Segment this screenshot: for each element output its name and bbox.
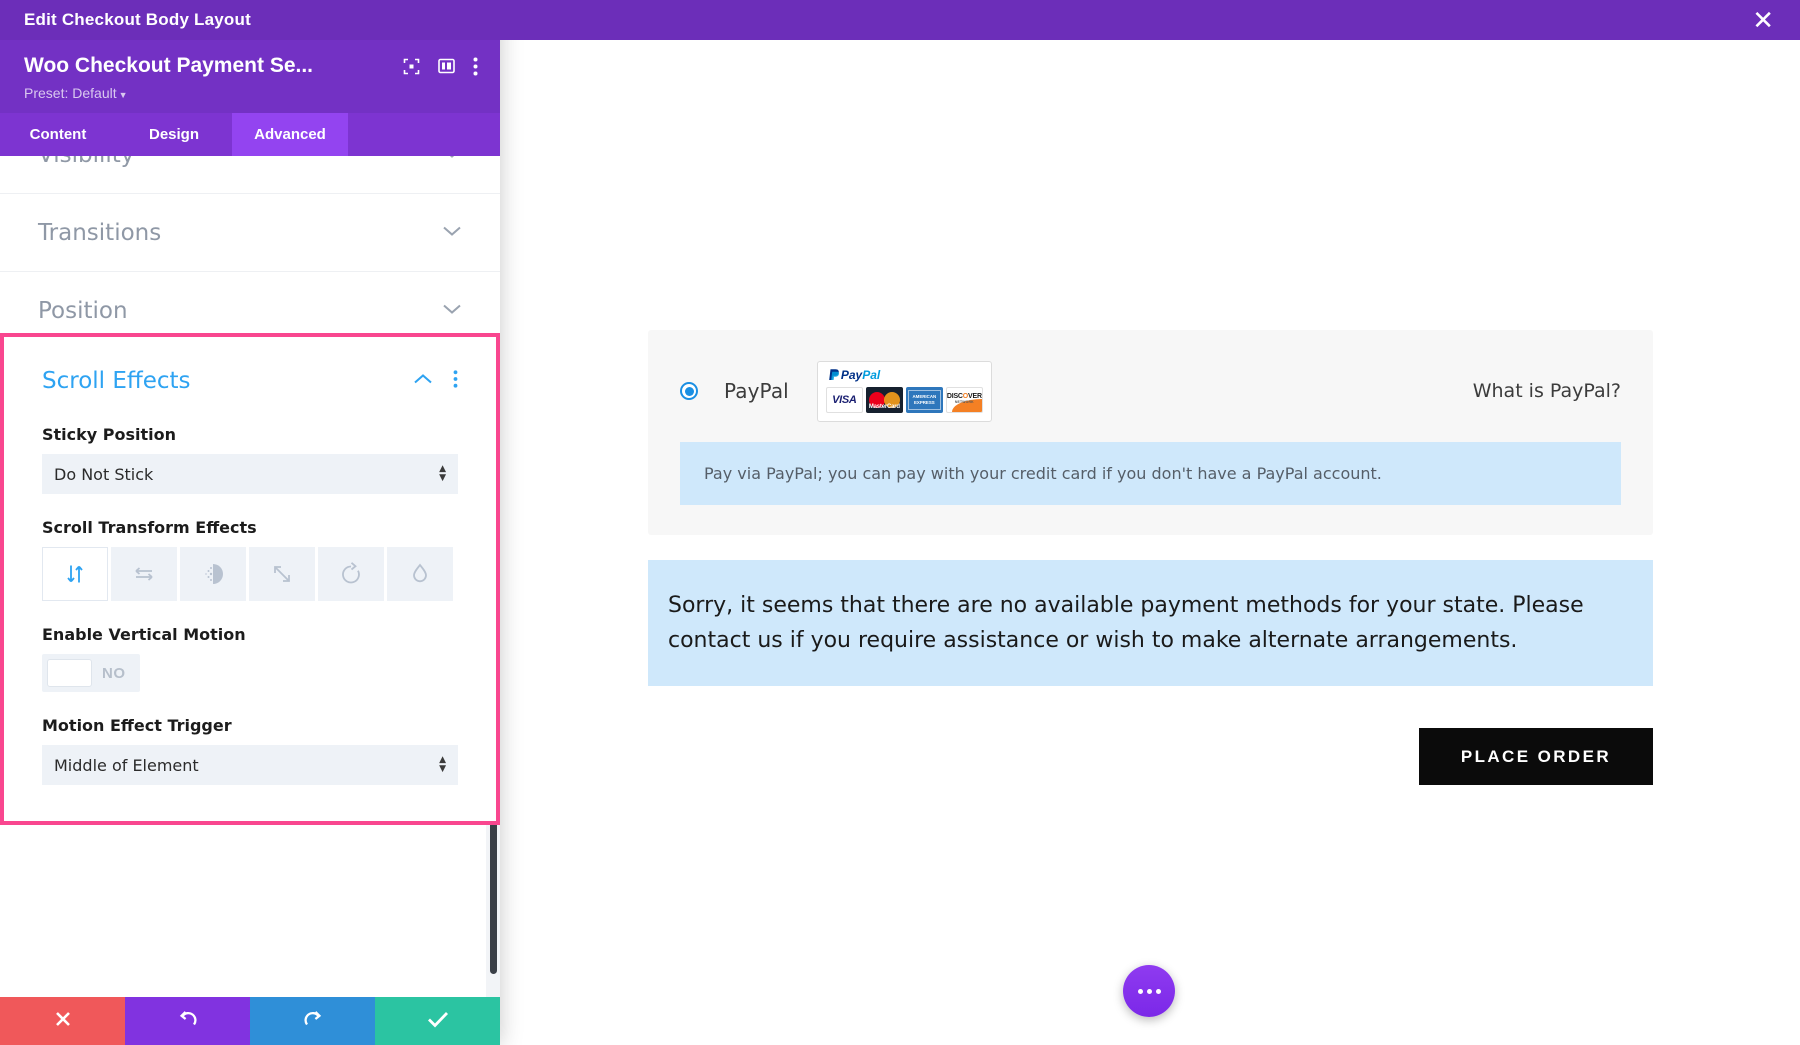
section-visibility[interactable]: Visibility	[0, 156, 500, 194]
motion-effect-trigger-label: Motion Effect Trigger	[42, 716, 232, 735]
section-transitions[interactable]: Transitions	[0, 194, 500, 272]
kebab-menu-icon[interactable]	[473, 57, 478, 76]
panel-topbar-title: Edit Checkout Body Layout	[24, 10, 251, 29]
mastercard-card-logo: MasterCard	[865, 386, 903, 413]
scaling-up-down-icon[interactable]	[249, 547, 315, 601]
scroll-transform-effects-options	[42, 547, 458, 601]
preset-label: Preset: Default	[24, 85, 117, 101]
panel-topbar: Edit Checkout Body Layout ✕	[0, 0, 1800, 40]
close-icon[interactable]: ✕	[1752, 7, 1774, 33]
builder-fab-button[interactable]	[1123, 965, 1175, 1017]
paypal-method-label: PayPal	[724, 379, 789, 403]
preset-selector[interactable]: Preset: Default ▼	[24, 85, 482, 101]
accepted-cards-strip: VISA MasterCard AMERICAN EXPRESS DISCOVE…	[825, 386, 983, 413]
amex-card-logo: AMERICAN EXPRESS	[905, 386, 943, 413]
paypal-cards-badge: Pay Pal VISA MasterCard AMERICAN EXPRESS…	[816, 360, 992, 422]
app-root: PayPal Pay Pal VISA MasterCard AMERICAN …	[0, 0, 1800, 1045]
layout-columns-icon[interactable]	[438, 58, 455, 74]
tab-content[interactable]: Content	[0, 113, 116, 156]
enable-vertical-motion-toggle[interactable]: NO	[42, 654, 140, 692]
paypal-word-pay: Pay	[840, 368, 863, 382]
save-button[interactable]	[375, 997, 500, 1045]
fade-in-out-icon[interactable]	[180, 547, 246, 601]
payment-methods-box: PayPal Pay Pal VISA MasterCard AMERICAN …	[648, 330, 1653, 535]
chevron-down-icon	[442, 156, 462, 164]
rotating-icon[interactable]	[318, 547, 384, 601]
payment-method-paypal-row[interactable]: PayPal Pay Pal VISA MasterCard AMERICAN …	[680, 360, 1621, 422]
checkout-content: PayPal Pay Pal VISA MasterCard AMERICAN …	[648, 330, 1653, 786]
section-visibility-label: Visibility	[38, 156, 134, 168]
radio-selected-dot	[684, 386, 694, 396]
chevron-up-icon[interactable]	[413, 372, 433, 390]
redo-button[interactable]	[250, 997, 375, 1045]
chevron-down-icon	[442, 302, 462, 320]
section-kebab-menu-icon[interactable]	[453, 369, 458, 393]
place-order-row: PLACE ORDER	[648, 728, 1653, 786]
paypal-p-icon	[829, 369, 839, 380]
panel-body: Visibility Transitions	[0, 156, 500, 997]
visa-card-logo: VISA	[825, 386, 863, 413]
vertical-motion-icon[interactable]	[42, 547, 108, 601]
undo-button[interactable]	[125, 997, 250, 1045]
paypal-radio[interactable]	[680, 382, 698, 400]
redo-arrow-icon	[302, 1008, 324, 1035]
section-transitions-label: Transitions	[38, 219, 162, 246]
motion-effect-trigger-value: Middle of Element	[54, 755, 199, 775]
discover-card-logo: DISCOVER NETWORK	[945, 386, 983, 413]
sticky-position-value: Do Not Stick	[54, 464, 154, 484]
panel-tabs: Content Design Advanced	[0, 113, 500, 156]
no-payment-methods-message: Sorry, it seems that there are no availa…	[648, 560, 1653, 687]
tab-design[interactable]: Design	[116, 113, 232, 156]
horizontal-motion-icon[interactable]	[111, 547, 177, 601]
module-settings-panel: Edit Checkout Body Layout ✕ Woo Checkout…	[0, 0, 1800, 1045]
paypal-description-note: Pay via PayPal; you can pay with your cr…	[680, 442, 1621, 505]
field-motion-effect-trigger: Motion Effect Trigger Middle of Element …	[42, 716, 458, 785]
field-enable-vertical-motion: Enable Vertical Motion NO	[42, 625, 458, 692]
sticky-position-select[interactable]: Do Not Stick ▲ ▼	[42, 454, 458, 494]
chevron-down-icon	[442, 224, 462, 242]
scroll-transform-effects-label: Scroll Transform Effects	[42, 518, 257, 537]
select-stepper-arrows-icon: ▲ ▼	[439, 755, 446, 774]
checkmark-icon	[426, 1009, 450, 1034]
toggle-knob	[47, 659, 92, 687]
toggle-state-label: NO	[102, 664, 126, 682]
ellipsis-icon	[1137, 988, 1161, 994]
place-order-button[interactable]: PLACE ORDER	[1418, 728, 1653, 786]
paypal-word-pal: Pal	[862, 368, 881, 382]
x-icon	[53, 1009, 73, 1034]
panel-action-bar	[0, 997, 500, 1045]
field-scroll-transform-effects: Scroll Transform Effects	[42, 518, 458, 601]
scroll-effects-title: Scroll Effects	[42, 368, 191, 394]
what-is-paypal-link[interactable]: What is PayPal?	[1473, 380, 1621, 402]
tab-advanced[interactable]: Advanced	[232, 113, 348, 156]
scroll-effects-header[interactable]: Scroll Effects	[42, 337, 458, 425]
chevron-down-icon: ▼	[118, 90, 128, 100]
motion-effect-trigger-select[interactable]: Middle of Element ▲ ▼	[42, 745, 458, 785]
undo-arrow-icon	[177, 1008, 199, 1035]
blur-icon[interactable]	[387, 547, 453, 601]
paypal-wordmark: Pay Pal	[826, 368, 983, 383]
section-scroll-effects: Scroll Effects Sticky Position Do Not St…	[0, 333, 500, 825]
select-stepper-arrows-icon: ▲ ▼	[439, 464, 446, 483]
sticky-position-label: Sticky Position	[42, 425, 177, 444]
module-title: Woo Checkout Payment Se...	[24, 54, 314, 77]
section-position-label: Position	[38, 297, 128, 324]
fullscreen-icon[interactable]	[403, 58, 420, 75]
field-sticky-position: Sticky Position Do Not Stick ▲ ▼	[42, 425, 458, 494]
panel-header: Woo Checkout Payment Se... Preset: Defau…	[0, 40, 500, 113]
enable-vertical-motion-label: Enable Vertical Motion	[42, 625, 246, 644]
cancel-button[interactable]	[0, 997, 125, 1045]
